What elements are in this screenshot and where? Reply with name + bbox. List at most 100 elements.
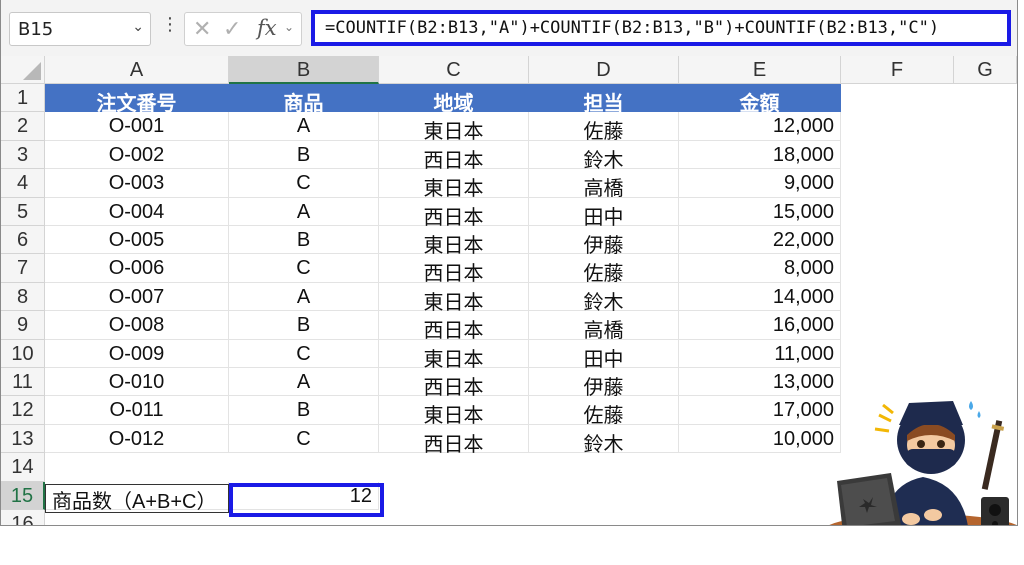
row-header-15[interactable]: 15	[1, 481, 45, 510]
table-cell[interactable]: O-001	[45, 112, 229, 141]
formula-text: =COUNTIF(B2:B13,"A")+COUNTIF(B2:B13,"B")…	[325, 18, 940, 38]
row-header-7[interactable]: 7	[1, 254, 45, 283]
close-icon[interactable]: ✕	[193, 17, 211, 42]
table-cell[interactable]: C	[229, 254, 379, 283]
column-header-f[interactable]: F	[841, 56, 954, 84]
table-cell[interactable]: B	[229, 311, 379, 340]
table-cell[interactable]: 佐藤	[529, 396, 679, 427]
table-cell[interactable]: C	[229, 424, 379, 454]
row-header-16[interactable]: 16	[1, 510, 45, 525]
formula-input[interactable]: =COUNTIF(B2:B13,"A")+COUNTIF(B2:B13,"B")…	[311, 10, 1011, 46]
table-cell[interactable]: 鈴木	[529, 282, 679, 314]
table-cell[interactable]: O-006	[45, 254, 229, 283]
column-header-g[interactable]: G	[954, 56, 1017, 84]
table-cell[interactable]: O-012	[45, 424, 229, 454]
row-header-13[interactable]: 13	[1, 424, 45, 454]
table-header-cell[interactable]: 商品	[229, 84, 379, 115]
table-cell[interactable]: 東日本	[379, 396, 529, 427]
table-cell[interactable]: C	[229, 339, 379, 368]
column-header-e[interactable]: E	[679, 56, 841, 84]
table-cell[interactable]: 東日本	[379, 226, 529, 257]
column-header-b[interactable]: B	[229, 56, 379, 84]
table-cell[interactable]: 西日本	[379, 311, 529, 342]
excel-window: B15 ⌄ ⋮ ✕ ✓ fx ⌄ =COUNTIF(B2:B13,"A")+CO…	[0, 0, 1018, 526]
table-cell[interactable]: 22,000	[679, 226, 841, 255]
table-cell[interactable]: O-011	[45, 396, 229, 425]
table-cell[interactable]: 9,000	[679, 169, 841, 198]
table-header-cell[interactable]: 担当	[529, 84, 679, 115]
table-cell[interactable]: B	[229, 140, 379, 170]
row-header-5[interactable]: 5	[1, 197, 45, 226]
table-cell[interactable]: 8,000	[679, 254, 841, 283]
table-cell[interactable]: 佐藤	[529, 112, 679, 143]
table-cell[interactable]: 鈴木	[529, 140, 679, 172]
table-cell[interactable]: 伊藤	[529, 368, 679, 399]
table-cell[interactable]: 東日本	[379, 339, 529, 371]
column-header-c[interactable]: C	[379, 56, 529, 84]
table-cell[interactable]: 西日本	[379, 424, 529, 456]
table-cell[interactable]: 14,000	[679, 282, 841, 312]
table-cell[interactable]: A	[229, 112, 379, 141]
table-cell[interactable]: 東日本	[379, 169, 529, 200]
row-header-11[interactable]: 11	[1, 368, 45, 397]
fx-icon[interactable]: fx	[257, 16, 277, 40]
table-cell[interactable]: O-003	[45, 169, 229, 198]
table-cell[interactable]: 田中	[529, 339, 679, 371]
row-header-2[interactable]: 2	[1, 112, 45, 141]
table-cell[interactable]: 佐藤	[529, 254, 679, 285]
table-cell[interactable]: C	[229, 169, 379, 198]
table-header-cell[interactable]: 注文番号	[45, 84, 229, 115]
table-cell[interactable]: 西日本	[379, 368, 529, 399]
table-cell[interactable]: 西日本	[379, 197, 529, 229]
ninja-at-laptop-illustration	[829, 401, 1017, 525]
table-header-cell[interactable]: 地域	[379, 84, 529, 115]
table-cell[interactable]: A	[229, 282, 379, 312]
row-header-9[interactable]: 9	[1, 311, 45, 340]
table-cell[interactable]: 西日本	[379, 140, 529, 172]
table-cell[interactable]: O-005	[45, 226, 229, 255]
table-cell[interactable]: 鈴木	[529, 424, 679, 456]
row-header-6[interactable]: 6	[1, 226, 45, 255]
table-cell[interactable]: B	[229, 396, 379, 425]
row-header-3[interactable]: 3	[1, 140, 45, 170]
table-cell[interactable]: 東日本	[379, 282, 529, 314]
table-cell[interactable]: O-004	[45, 197, 229, 226]
check-icon[interactable]: ✓	[223, 17, 241, 42]
selected-cell-highlight	[229, 483, 384, 517]
column-header-a[interactable]: A	[45, 56, 229, 84]
row-header-14[interactable]: 14	[1, 453, 45, 482]
table-cell[interactable]: A	[229, 368, 379, 397]
name-box[interactable]: B15 ⌄	[9, 12, 151, 46]
row-header-12[interactable]: 12	[1, 396, 45, 425]
more-options-icon[interactable]: ⋮	[161, 14, 179, 35]
table-cell[interactable]: 12,000	[679, 112, 841, 141]
table-cell[interactable]: A	[229, 197, 379, 226]
table-cell[interactable]: 15,000	[679, 197, 841, 226]
row-header-4[interactable]: 4	[1, 169, 45, 198]
table-cell[interactable]: 18,000	[679, 140, 841, 170]
row-header-10[interactable]: 10	[1, 339, 45, 368]
table-cell[interactable]: 伊藤	[529, 226, 679, 257]
table-cell[interactable]: 11,000	[679, 339, 841, 368]
name-box-value: B15	[18, 19, 54, 40]
table-cell[interactable]: 西日本	[379, 254, 529, 285]
table-cell[interactable]: 高橋	[529, 311, 679, 342]
table-cell[interactable]: 田中	[529, 197, 679, 229]
select-all-corner[interactable]	[1, 56, 45, 84]
table-cell[interactable]: 高橋	[529, 169, 679, 200]
chevron-down-icon[interactable]: ⌄	[284, 20, 294, 34]
row-header-8[interactable]: 8	[1, 282, 45, 312]
chevron-down-icon[interactable]: ⌄	[132, 19, 144, 35]
table-cell[interactable]: O-010	[45, 368, 229, 397]
table-cell[interactable]: O-007	[45, 282, 229, 312]
column-header-d[interactable]: D	[529, 56, 679, 84]
table-header-cell[interactable]: 金額	[679, 84, 841, 115]
formula-bar-area: B15 ⌄ ⋮ ✕ ✓ fx ⌄ =COUNTIF(B2:B13,"A")+CO…	[1, 0, 1017, 57]
table-cell[interactable]: B	[229, 226, 379, 255]
table-cell[interactable]: O-002	[45, 140, 229, 170]
row-header-1[interactable]: 1	[1, 84, 45, 113]
table-cell[interactable]: O-009	[45, 339, 229, 368]
table-cell[interactable]: O-008	[45, 311, 229, 340]
table-cell[interactable]: 16,000	[679, 311, 841, 340]
table-cell[interactable]: 東日本	[379, 112, 529, 143]
